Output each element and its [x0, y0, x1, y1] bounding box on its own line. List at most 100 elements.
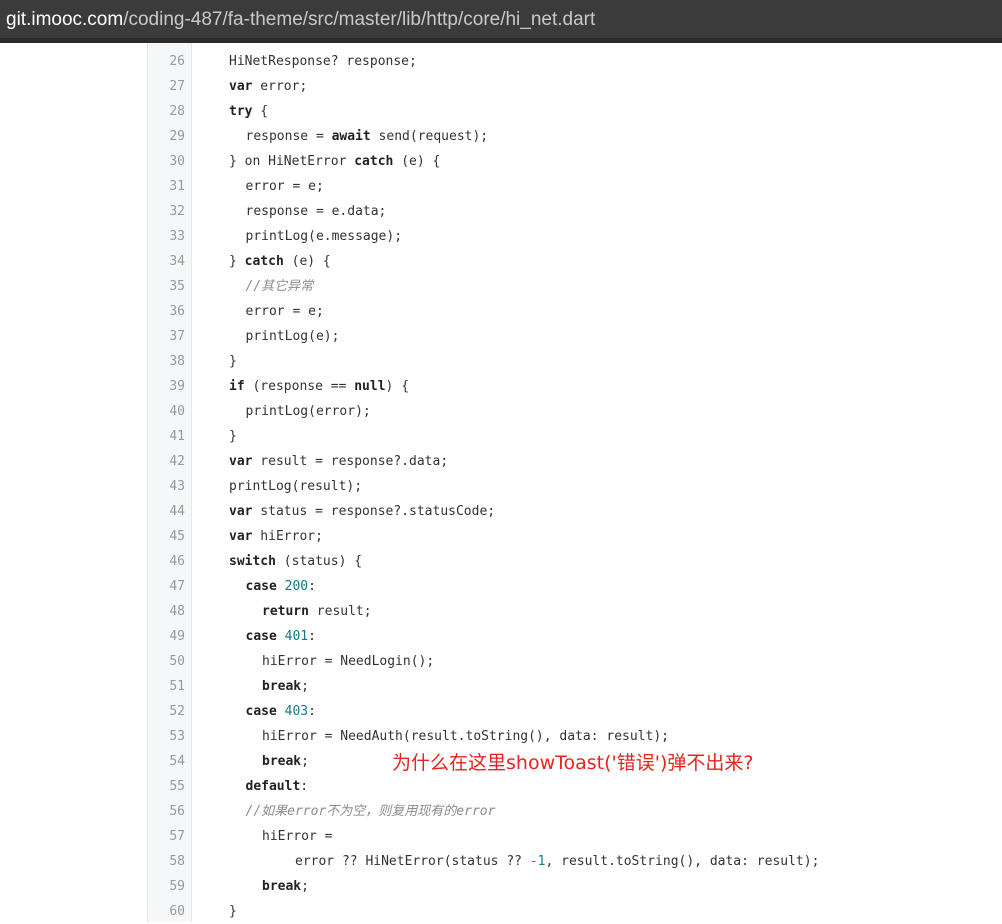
code-text: case 200:	[246, 574, 316, 599]
line-number: 51	[169, 679, 185, 694]
code-line: 38}	[147, 349, 1002, 374]
code-token: send(request);	[370, 129, 489, 144]
code-token: HiNetResponse? response;	[229, 54, 417, 69]
code-number: 200	[284, 579, 309, 594]
line-number: 54	[169, 754, 185, 769]
code-keyword: var	[229, 79, 253, 94]
code-text: printLog(e);	[246, 324, 340, 349]
code-keyword: break	[262, 879, 302, 894]
code-comment: //如果error不为空，则复用现有的error	[245, 804, 496, 819]
line-number: 35	[169, 279, 185, 294]
code-token: printLog(error);	[245, 404, 371, 419]
code-line: 51 break;	[147, 674, 1002, 699]
line-number: 37	[169, 329, 185, 344]
line-number: 55	[169, 779, 185, 794]
code-keyword: break	[262, 679, 302, 694]
code-token: ;	[301, 879, 309, 894]
code-line: 59 break;	[147, 874, 1002, 899]
line-number: 32	[169, 204, 185, 219]
line-number: 29	[169, 129, 185, 144]
code-line: 35 //其它异常	[147, 274, 1002, 299]
code-text: response = await send(request);	[246, 124, 489, 149]
line-number: 50	[169, 654, 185, 669]
code-line: 57 hiError =	[147, 824, 1002, 849]
line-number: 57	[169, 829, 185, 844]
code-keyword: try	[229, 104, 253, 119]
code-keyword: null	[354, 379, 386, 394]
code-line: 52 case 403:	[147, 699, 1002, 724]
code-comment: //其它异常	[245, 279, 314, 294]
code-keyword: await	[331, 129, 371, 144]
line-number: 26	[169, 54, 185, 69]
line-number: 33	[169, 229, 185, 244]
line-number: 42	[169, 454, 185, 469]
code-token: ;	[301, 679, 309, 694]
code-text: //如果error不为空，则复用现有的error	[246, 799, 496, 824]
code-keyword: case	[245, 704, 277, 719]
code-text: break;	[262, 749, 309, 774]
code-line: 34} catch (e) {	[147, 249, 1002, 274]
code-token: hiError = NeedLogin();	[262, 654, 435, 669]
code-line: 50 hiError = NeedLogin();	[147, 649, 1002, 674]
line-number: 38	[169, 354, 185, 369]
line-number: 30	[169, 154, 185, 169]
code-token: status = response?.statusCode;	[252, 504, 496, 519]
address-bar[interactable]: git.imooc.com/coding-487/fa-theme/src/ma…	[0, 0, 1002, 43]
code-text: error = e;	[246, 174, 324, 199]
code-text: printLog(e.message);	[246, 224, 403, 249]
code-line: 40 printLog(error);	[147, 399, 1002, 424]
line-number: 49	[169, 629, 185, 644]
code-line: 46 switch (status) {	[147, 549, 1002, 574]
line-number: 44	[169, 504, 185, 519]
code-line: 28 try {	[147, 99, 1002, 124]
code-keyword: switch	[229, 554, 276, 569]
code-text: error = e;	[246, 299, 324, 324]
code-token: response = e.data;	[245, 204, 387, 219]
line-number: 27	[169, 79, 185, 94]
code-text: if (response == null) {	[229, 374, 409, 399]
code-line: 27 var error;	[147, 74, 1002, 99]
code-keyword: var	[229, 529, 253, 544]
code-token: ) {	[385, 379, 410, 394]
code-line: 49 case 401:	[147, 624, 1002, 649]
code-text: }	[229, 349, 237, 374]
code-token: hiError =	[262, 829, 333, 844]
code-token: (status) {	[275, 554, 363, 569]
code-text: var status = response?.statusCode;	[229, 499, 495, 524]
line-number: 45	[169, 529, 185, 544]
code-text: printLog(result);	[229, 474, 362, 499]
code-line: 41}	[147, 424, 1002, 449]
code-token: :	[308, 629, 316, 644]
code-text: hiError = NeedLogin();	[262, 649, 434, 674]
code-text: error ?? HiNetError(status ?? -1, result…	[295, 849, 819, 874]
url-path: /coding-487/fa-theme/src/master/lib/http…	[123, 8, 596, 30]
code-text: return result;	[262, 599, 372, 624]
code-token: hiError;	[252, 529, 323, 544]
code-text: break;	[262, 874, 309, 899]
code-text: var result = response?.data;	[229, 449, 448, 474]
code-token: error = e;	[245, 179, 324, 194]
line-number: 46	[169, 554, 185, 569]
code-token: hiError = NeedAuth(result.toString(), da…	[262, 729, 669, 744]
code-token: :	[308, 579, 316, 594]
url-text[interactable]: git.imooc.com/coding-487/fa-theme/src/ma…	[6, 10, 595, 29]
code-token: (response ==	[244, 379, 355, 394]
code-line: 45 var hiError;	[147, 524, 1002, 549]
code-text: response = e.data;	[246, 199, 387, 224]
line-number: 59	[169, 879, 185, 894]
code-line: 31 error = e;	[147, 174, 1002, 199]
code-token: result;	[308, 604, 372, 619]
code-keyword: var	[229, 454, 253, 469]
code-token: error = e;	[245, 304, 324, 319]
line-number: 56	[169, 804, 185, 819]
code-keyword: return	[262, 604, 309, 619]
code-line: 36 error = e;	[147, 299, 1002, 324]
code-text: var error;	[229, 74, 307, 99]
code-line: 53 hiError = NeedAuth(result.toString(), …	[147, 724, 1002, 749]
code-text: case 403:	[246, 699, 316, 724]
code-keyword: break	[262, 754, 302, 769]
code-line: 56 //如果error不为空，则复用现有的error	[147, 799, 1002, 824]
code-number: -1	[529, 854, 546, 869]
line-number: 52	[169, 704, 185, 719]
code-token: }	[229, 354, 237, 369]
